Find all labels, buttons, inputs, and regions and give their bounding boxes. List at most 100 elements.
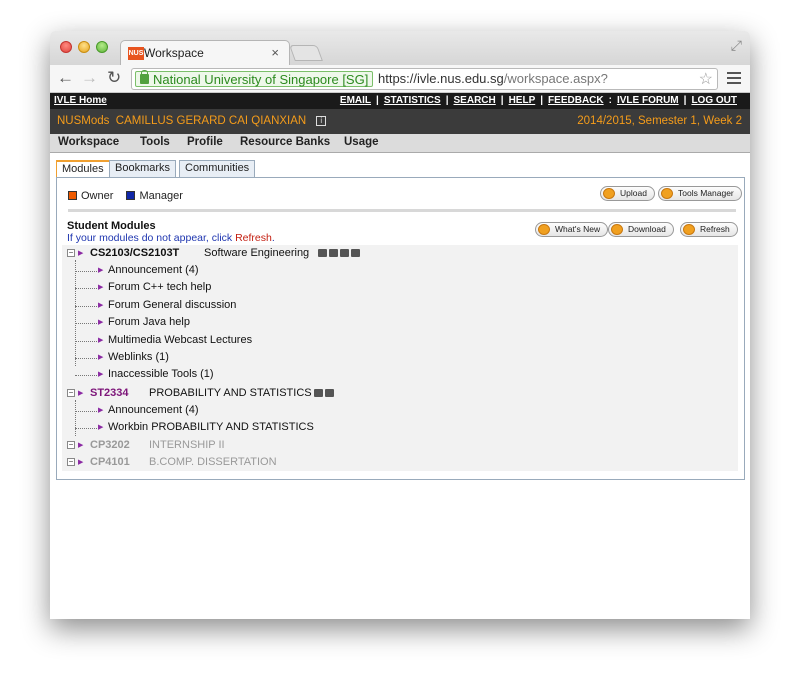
url-prefix: https://	[378, 71, 418, 86]
hint-suffix: .	[271, 232, 275, 244]
top-links: EMAIL | STATISTICS | SEARCH | HELP | FEEDBACK: IV…	[339, 95, 737, 106]
browser-window: NUS Workspace × ⤢ ← → ↻ National Univers…	[50, 31, 750, 619]
hint-text: If your modules do not appear, click	[67, 232, 236, 244]
info-icon[interactable]: i	[316, 116, 327, 126]
module-tool-icons	[316, 246, 360, 263]
module-row-cp4101[interactable]: − ▶ CP4101 B.COMP. DISSERTATION	[62, 454, 738, 471]
whats-new-icon	[538, 224, 550, 235]
module-code[interactable]: ST2334	[90, 385, 129, 402]
download-label: Download	[628, 224, 666, 234]
tab-title: Workspace	[144, 46, 204, 60]
module-row-st2334[interactable]: − ▶ ST2334 PROBABILITY AND STATISTICS	[62, 385, 738, 402]
tools-manager-label: Tools Manager	[678, 188, 734, 198]
item-name: (1)	[155, 351, 169, 363]
arrow-icon: ▶	[78, 250, 84, 257]
ev-label: National University of Singapore [SG]	[153, 72, 369, 87]
item-name: (4)	[185, 404, 199, 416]
item-name: C++ tech help	[142, 281, 212, 293]
url-text: https://ivle.nus.edu.sg/workspace.aspx?	[378, 71, 608, 87]
student-modules-title: Student Modules	[67, 220, 156, 232]
tools-manager-button[interactable]: Tools Manager	[658, 186, 742, 201]
statistics-link[interactable]: STATISTICS	[384, 95, 441, 106]
search-link[interactable]: SEARCH	[454, 95, 496, 106]
owner-swatch	[68, 191, 77, 200]
people-icon[interactable]	[318, 249, 327, 257]
feedback-link[interactable]: FEEDBACK	[548, 95, 604, 106]
collapse-icon[interactable]: −	[67, 249, 75, 257]
fullscreen-icon[interactable]: ⤢	[731, 37, 742, 54]
arrow-icon: ▶	[98, 371, 104, 378]
collapse-icon[interactable]: −	[67, 458, 75, 466]
people-icon[interactable]	[314, 389, 323, 397]
item-type: Workbin	[108, 421, 149, 433]
back-arrow-icon[interactable]: ←	[57, 68, 74, 88]
module-code[interactable]: CP4101	[90, 454, 130, 471]
menu-resource-banks[interactable]: Resource Banks	[240, 136, 330, 148]
item-name: Java help	[142, 316, 190, 328]
tab-modules[interactable]: Modules	[56, 160, 110, 178]
manager-swatch	[126, 191, 136, 200]
ivle-home-link[interactable]: IVLE Home	[54, 95, 107, 106]
menu-tools[interactable]: Tools	[140, 136, 170, 148]
module-row-cs2103[interactable]: − ▶ CS2103/CS2103T Software Engineering	[62, 245, 738, 262]
gradebook-icon[interactable]	[351, 249, 360, 257]
item-type: Forum	[108, 299, 140, 311]
module-code[interactable]: CP3202	[90, 437, 130, 454]
logout-link[interactable]: LOG OUT	[691, 95, 737, 106]
arrow-icon: ▶	[98, 267, 104, 274]
menu-usage[interactable]: Usage	[344, 136, 379, 148]
module-tree: − ▶ CS2103/CS2103T Software Engineering …	[62, 245, 738, 471]
hamburger-menu-icon[interactable]	[727, 70, 741, 86]
ev-certificate-badge[interactable]: National University of Singapore [SG]	[135, 70, 374, 87]
tab-communities[interactable]: Communities	[179, 160, 256, 177]
arrow-icon: ▶	[98, 319, 104, 326]
ivle-top-bar: IVLE Home EMAIL | STATISTICS | SEARCH | HELP | F…	[50, 93, 750, 109]
tab-bookmarks[interactable]: Bookmarks	[109, 160, 177, 177]
browser-toolbar: ← → ↻ National University of Singapore […	[50, 65, 750, 93]
download-button[interactable]: Download	[608, 222, 674, 237]
email-link[interactable]: EMAIL	[340, 95, 371, 106]
menu-workspace[interactable]: Workspace	[58, 136, 119, 148]
item-name: General discussion	[142, 299, 237, 311]
menu-profile[interactable]: Profile	[187, 136, 223, 148]
arrow-icon: ▶	[98, 407, 104, 414]
download-icon	[611, 224, 623, 235]
legend-owner: Owner	[81, 190, 114, 202]
upload-button[interactable]: Upload	[600, 186, 655, 201]
collapse-icon[interactable]: −	[67, 389, 75, 397]
item-name: PROBABILITY AND STATISTICS	[151, 421, 314, 433]
arrow-icon: ▶	[78, 442, 84, 449]
module-name[interactable]: INTERNSHIP II	[149, 437, 225, 454]
item-name: (1)	[200, 368, 214, 380]
module-name[interactable]: Software Engineering	[204, 245, 309, 262]
close-window-button[interactable]	[60, 41, 72, 53]
zoom-window-button[interactable]	[96, 41, 108, 53]
minimize-window-button[interactable]	[78, 41, 90, 53]
whats-new-label: What's New	[555, 224, 601, 234]
webcast-icon[interactable]	[329, 249, 338, 257]
collapse-icon[interactable]: −	[67, 441, 75, 449]
ivle-forum-link[interactable]: IVLE FORUM	[617, 95, 679, 106]
new-tab-button[interactable]	[289, 45, 323, 61]
module-code[interactable]: CS2103/CS2103T	[90, 245, 179, 262]
help-link[interactable]: HELP	[509, 95, 536, 106]
tab-close-icon[interactable]: ×	[271, 45, 279, 60]
module-name[interactable]: PROBABILITY AND STATISTICS	[149, 385, 312, 402]
legend-manager: Manager	[139, 190, 183, 202]
item-type: Announcement	[108, 404, 182, 416]
forward-arrow-icon[interactable]: →	[81, 68, 98, 88]
module-row-cp3202[interactable]: − ▶ CP3202 INTERNSHIP II	[62, 437, 738, 454]
mail-icon[interactable]	[340, 249, 349, 257]
webcast-icon[interactable]	[325, 389, 334, 397]
refresh-link[interactable]: Refresh	[235, 232, 272, 244]
refresh-button[interactable]: Refresh	[680, 222, 738, 237]
browser-tab-workspace[interactable]: NUS Workspace ×	[120, 40, 290, 66]
address-bar[interactable]: National University of Singapore [SG] ht…	[131, 68, 718, 90]
whats-new-button[interactable]: What's New	[535, 222, 609, 237]
content-area: Modules Bookmarks Communities Owner Mana…	[50, 153, 750, 619]
item-type: Weblinks	[108, 351, 153, 363]
bookmark-star-icon[interactable]: ☆	[699, 69, 713, 89]
module-name[interactable]: B.COMP. DISSERTATION	[149, 454, 277, 471]
reload-icon[interactable]: ↻	[107, 68, 121, 88]
tree-connector	[75, 260, 76, 366]
